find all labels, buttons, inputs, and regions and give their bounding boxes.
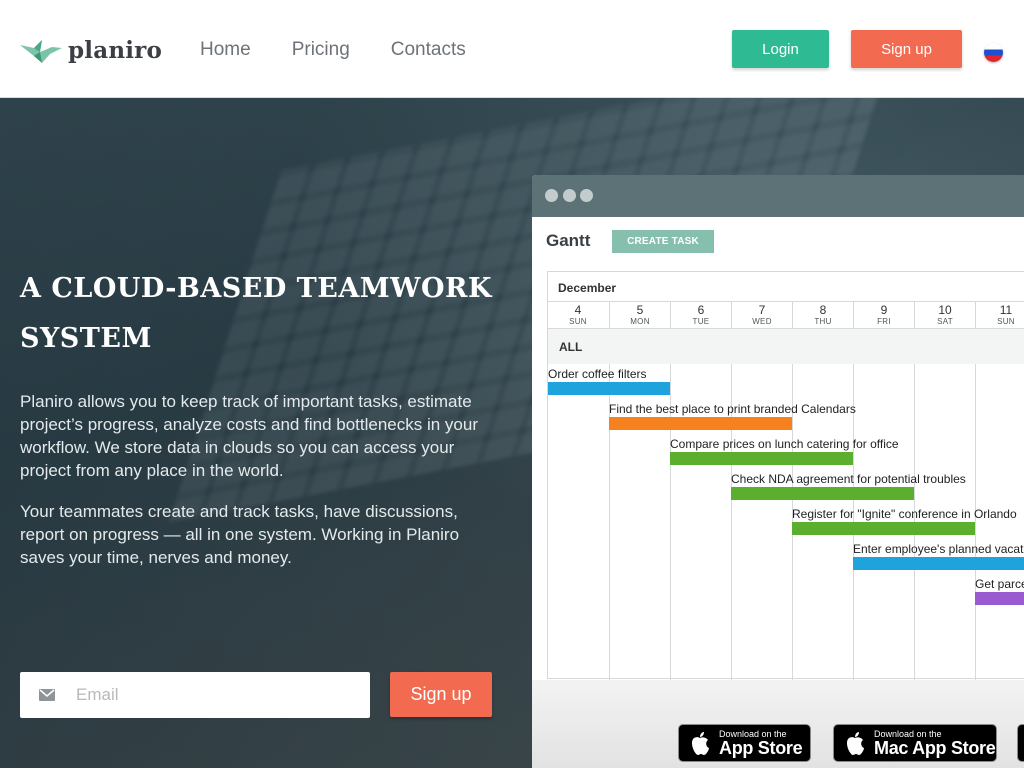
bird-logo-icon bbox=[20, 40, 62, 63]
day-number: 8 bbox=[819, 303, 827, 317]
day-number: 9 bbox=[880, 303, 888, 317]
login-button[interactable]: Login bbox=[732, 30, 829, 68]
gantt-grid: December 4 SUN 5 MON 6 TUE 7 WED 8 THU 9 FRI 10 SAT 11… bbox=[547, 271, 1024, 680]
day-number: 7 bbox=[758, 303, 766, 317]
group-row: ALL bbox=[548, 329, 1024, 364]
task-bar[interactable] bbox=[792, 522, 975, 535]
window-dot-icon bbox=[563, 189, 576, 202]
task-label[interactable]: Get parce bbox=[975, 577, 1024, 591]
nav-home[interactable]: Home bbox=[200, 38, 251, 62]
window-titlebar bbox=[532, 175, 1024, 217]
main-nav: Home Pricing Contacts bbox=[200, 38, 507, 62]
top-header: planiro Home Pricing Contacts Login Sign… bbox=[0, 0, 1024, 98]
apple-icon bbox=[847, 731, 864, 755]
task-bar[interactable] bbox=[609, 417, 792, 430]
day-name: TUE bbox=[692, 317, 710, 326]
google-play-badge[interactable] bbox=[1017, 724, 1024, 762]
task-bar[interactable] bbox=[975, 592, 1024, 605]
task-label[interactable]: Order coffee filters bbox=[548, 367, 646, 381]
signup-button-hero[interactable]: Sign up bbox=[390, 672, 492, 717]
month-label: December bbox=[558, 281, 617, 295]
app-store-badge[interactable]: Download on the App Store bbox=[678, 724, 811, 762]
russia-flag-icon[interactable] bbox=[984, 43, 1003, 62]
hero-title: A CLOUD-BASED TEAMWORK SYSTEM bbox=[20, 264, 520, 364]
day-name: WED bbox=[752, 317, 772, 326]
planiro-logo[interactable]: planiro bbox=[20, 36, 162, 64]
task-bar[interactable] bbox=[670, 452, 853, 465]
day-name: SUN bbox=[997, 317, 1015, 326]
badge-small-text: Download on the bbox=[874, 728, 942, 739]
mail-icon bbox=[39, 689, 55, 701]
gantt-title: Gantt bbox=[546, 231, 591, 250]
task-label[interactable]: Check NDA agreement for potential troubl… bbox=[731, 472, 966, 486]
email-field[interactable] bbox=[20, 672, 370, 718]
day-number: 10 bbox=[938, 303, 952, 317]
badge-store-name: Mac App Store bbox=[874, 737, 996, 758]
window-dot-icon bbox=[580, 189, 593, 202]
task-label[interactable]: Register for "Ignite" conference in Orla… bbox=[792, 507, 1017, 521]
badge-store-name: App Store bbox=[719, 737, 803, 758]
badge-small-text: Download on the bbox=[719, 728, 787, 739]
task-bar[interactable] bbox=[548, 382, 670, 395]
hero-title-line2: SYSTEM bbox=[20, 323, 152, 354]
hero-paragraph-1: Planiro allows you to keep track of impo… bbox=[20, 392, 478, 480]
task-label[interactable]: Find the best place to print branded Cal… bbox=[609, 402, 856, 416]
logo-text: planiro bbox=[68, 36, 163, 64]
day-number: 4 bbox=[574, 303, 582, 317]
email-input[interactable] bbox=[74, 684, 358, 706]
day-number: 11 bbox=[999, 303, 1013, 317]
mac-app-store-badge[interactable]: Download on the Mac App Store bbox=[833, 724, 997, 762]
hero-paragraph-2: Your teammates create and track tasks, h… bbox=[20, 502, 460, 567]
day-name: SAT bbox=[937, 317, 953, 326]
day-name: FRI bbox=[877, 317, 891, 326]
day-name: THU bbox=[814, 317, 832, 326]
nav-pricing[interactable]: Pricing bbox=[292, 38, 350, 62]
day-number: 6 bbox=[697, 303, 705, 317]
day-name: SUN bbox=[569, 317, 587, 326]
task-label[interactable]: Enter employee's planned vacat bbox=[853, 542, 1023, 556]
task-bar[interactable] bbox=[731, 487, 914, 500]
nav-contacts[interactable]: Contacts bbox=[391, 38, 466, 62]
hero-title-line1: A CLOUD-BASED TEAMWORK bbox=[20, 273, 492, 304]
create-task-button[interactable]: CREATE TASK bbox=[612, 230, 714, 253]
day-number: 5 bbox=[636, 303, 644, 317]
group-label: ALL bbox=[559, 340, 583, 354]
task-label[interactable]: Compare prices on lunch catering for off… bbox=[670, 437, 899, 451]
window-dot-icon bbox=[545, 189, 558, 202]
task-bar[interactable] bbox=[853, 557, 1024, 570]
signup-button-header[interactable]: Sign up bbox=[851, 30, 962, 68]
apple-icon bbox=[692, 731, 709, 755]
day-name: MON bbox=[630, 317, 650, 326]
